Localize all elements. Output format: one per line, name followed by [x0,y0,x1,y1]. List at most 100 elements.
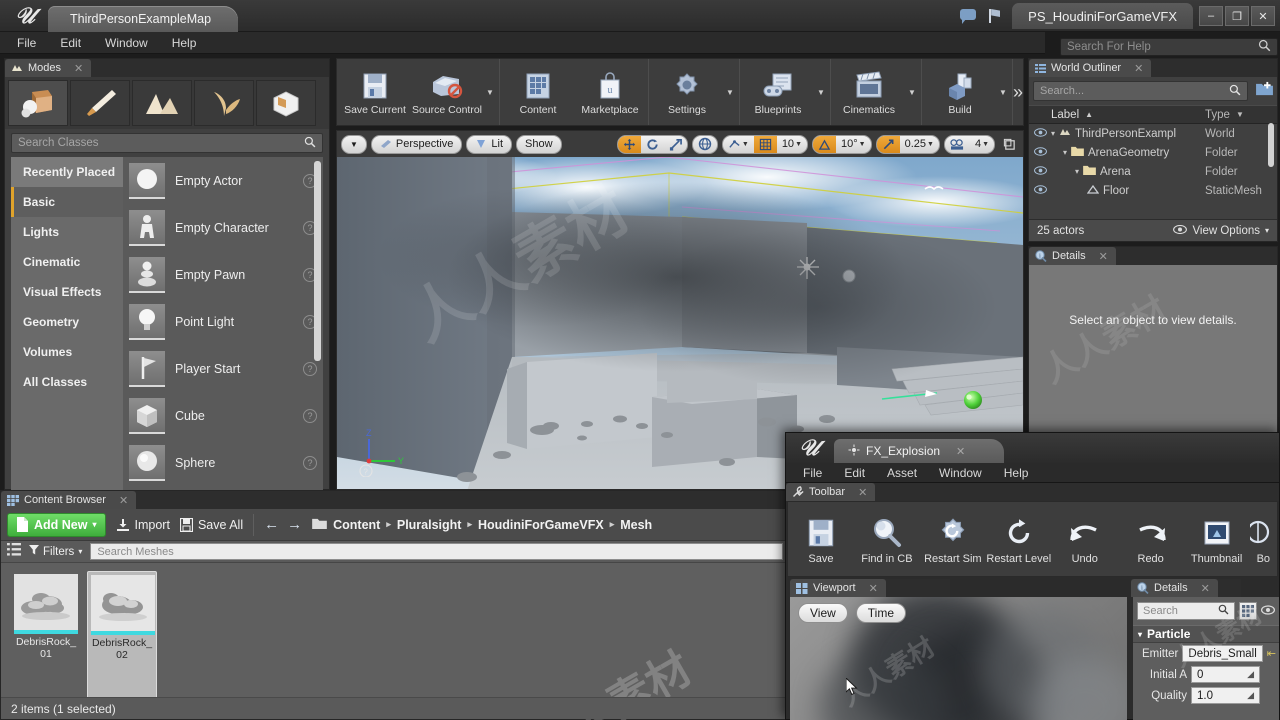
visibility-eye-icon[interactable] [1029,165,1051,178]
cinematics-button[interactable]: Cinematics [833,59,905,125]
marketplace-button[interactable]: u Marketplace [574,59,646,125]
maximize-viewport-icon[interactable] [999,138,1019,151]
asset-item[interactable]: DebrisRock_ 02 [87,571,157,715]
level-tab[interactable]: ThirdPersonExampleMap [48,6,238,32]
category-volumes[interactable]: Volumes [11,337,123,367]
category-basic[interactable]: Basic [11,187,123,217]
viewport-options-button[interactable]: ▼ [341,134,367,154]
sort-ascending-icon[interactable]: ▲ [1085,110,1093,119]
reset-arrow-icon[interactable]: ⇤ [1267,647,1276,660]
tab-cascade-toolbar[interactable]: Toolbar ✕ [786,483,876,501]
column-header-label[interactable]: Label [1051,109,1079,121]
breadcrumb-houdiniforgamevfx[interactable]: HoudiniForGameVFX [478,518,604,532]
cascade-details-search-input[interactable]: Search [1137,602,1235,620]
outliner-label-cell[interactable]: ▾ ThirdPersonExampl [1051,127,1205,141]
visibility-eye-icon[interactable] [1029,184,1051,197]
tab-cascade-details[interactable]: i Details ✕ [1131,579,1218,597]
list-item[interactable]: Empty Character ? [123,204,323,251]
cascade-menu-help[interactable]: Help [993,464,1040,482]
cascade-menu-edit[interactable]: Edit [833,464,876,482]
breadcrumb-pluralsight[interactable]: Pluralsight [397,518,462,532]
outliner-scrollbar[interactable] [1268,123,1274,167]
close-icon[interactable]: ✕ [956,445,965,458]
cascade-viewport-3d[interactable]: View Time 人人素材 [790,597,1127,720]
cascade-menu-window[interactable]: Window [928,464,993,482]
outliner-label-cell[interactable]: ▾ Arena [1051,165,1205,178]
spinner-icon[interactable]: ◢ [1247,669,1254,680]
details-grid-icon[interactable] [1239,602,1257,620]
cascade-asset-tab[interactable]: FX_Explosion ✕ [834,439,1004,463]
visibility-eye-icon[interactable] [1029,146,1051,159]
expander-icon[interactable]: ▾ [1051,129,1055,138]
landscape-mode-button[interactable] [132,80,192,126]
quality-value-input[interactable]: 1.0 ◢ [1191,687,1260,704]
help-search-input[interactable]: Search For Help [1060,38,1278,56]
sources-toggle-icon[interactable] [7,542,21,561]
category-recently-placed[interactable]: Recently Placed [11,157,123,187]
menu-edit[interactable]: Edit [49,34,92,52]
scale-snap-icon[interactable] [876,135,900,153]
settings-button[interactable]: Settings [651,59,723,125]
table-row[interactable]: ▾ ThirdPersonExampl World [1029,124,1277,143]
eye-icon[interactable] [1260,602,1276,620]
close-icon[interactable]: ✕ [119,494,128,507]
grid-snap-value[interactable]: 10 ▼ [777,136,807,153]
undo-button[interactable]: Undo [1052,502,1118,576]
camera-speed-icon[interactable] [945,136,970,153]
list-item[interactable]: Sphere ? [123,439,323,486]
find-in-cb-button[interactable]: Find in CB [854,502,920,576]
emitter-value-input[interactable]: Debris_Small [1182,645,1263,662]
toolbar-overflow-button[interactable]: » [1013,59,1023,125]
redo-button[interactable]: Redo [1118,502,1184,576]
list-item[interactable]: Empty Pawn ? [123,251,323,298]
angle-snap-value[interactable]: 10° ▼ [836,136,871,153]
chevron-down-icon[interactable]: ▼ [927,141,934,148]
particle-section-header[interactable]: ▾ Particle [1133,625,1279,643]
table-row[interactable]: Floor StaticMesh [1029,181,1277,200]
menu-file[interactable]: File [6,34,47,52]
camera-speed-value[interactable]: 4 ▼ [970,136,994,153]
close-icon[interactable]: ✕ [869,582,878,595]
menu-window[interactable]: Window [94,34,159,52]
surface-snap-icon[interactable]: ▼ [723,136,754,153]
blueprints-button[interactable]: Blueprints [742,59,814,125]
nav-back-button[interactable]: ← [264,516,279,533]
cascade-save-button[interactable]: Save [788,502,854,576]
save-all-button[interactable]: Save All [179,517,243,532]
tab-content-browser[interactable]: Content Browser ✕ [1,491,137,509]
list-item[interactable]: Player Start ? [123,345,323,392]
place-mode-button[interactable] [8,80,68,126]
breadcrumb-mesh[interactable]: Mesh [620,518,652,532]
visibility-eye-icon[interactable] [1029,127,1051,140]
chevron-down-icon[interactable]: ▼ [996,59,1010,125]
close-icon[interactable]: ✕ [1134,62,1143,75]
category-geometry[interactable]: Geometry [11,307,123,337]
chevron-down-icon[interactable]: ▼ [814,59,828,125]
outliner-label-cell[interactable]: Floor [1051,184,1205,198]
foliage-mode-button[interactable] [194,80,254,126]
category-lights[interactable]: Lights [11,217,123,247]
rotate-tool-icon[interactable] [641,136,664,153]
tab-cascade-viewport[interactable]: Viewport ✕ [790,579,886,597]
chevron-down-icon[interactable]: ▼ [905,59,919,125]
help-icon[interactable]: ? [303,361,317,376]
item-list-scrollbar[interactable] [314,161,321,361]
tab-world-outliner[interactable]: World Outliner ✕ [1029,59,1152,77]
restart-sim-button[interactable]: Restart Sim [920,502,986,576]
thumbnail-button[interactable]: Thumbnail [1184,502,1250,576]
list-item[interactable]: Point Light ? [123,298,323,345]
search-meshes-input[interactable]: Search Meshes [90,543,783,560]
column-header-type[interactable]: Type [1205,109,1230,121]
filter-icon[interactable]: ▼ [1236,110,1244,119]
breadcrumb-content[interactable]: Content [333,518,380,532]
close-icon[interactable]: ✕ [74,62,83,75]
scale-tool-icon[interactable] [664,136,687,153]
angle-snap-icon[interactable] [813,135,836,153]
tab-modes[interactable]: Modes ✕ [5,59,92,77]
content-button[interactable]: Content [502,59,574,125]
show-menu-button[interactable]: Show [516,134,562,154]
chevron-down-icon[interactable]: ▼ [483,59,497,125]
build-button[interactable]: Build [924,59,996,125]
initial-a-value-input[interactable]: 0 ◢ [1191,666,1260,683]
restart-level-button[interactable]: Restart Level [986,502,1052,576]
